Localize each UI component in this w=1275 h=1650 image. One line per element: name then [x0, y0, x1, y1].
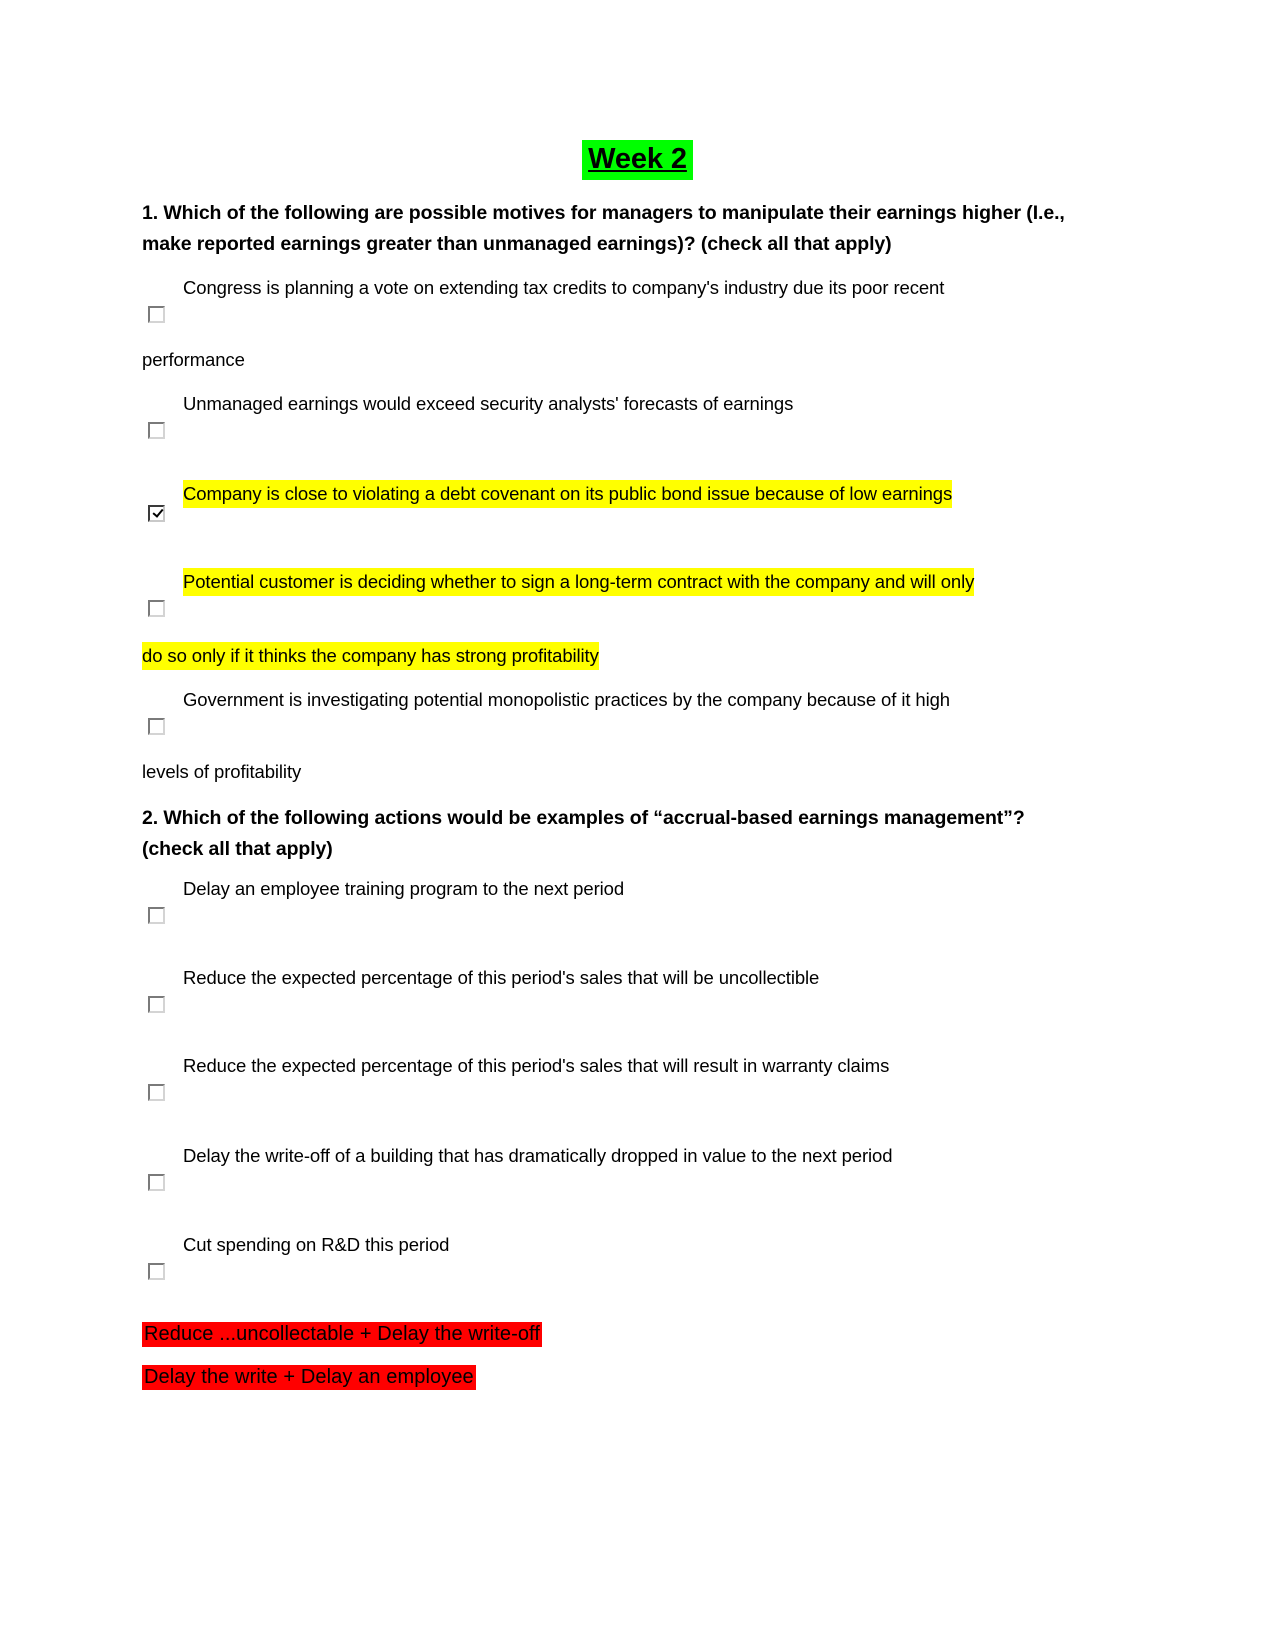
question-2-option-5-label: Cut spending on R&D this period	[183, 1234, 450, 1255]
checkbox-q2-option-5[interactable]	[148, 1263, 165, 1280]
question-1-option-5-label: Government is investigating potential mo…	[183, 689, 950, 710]
checkbox-q1-option-5[interactable]	[148, 718, 165, 735]
question-1-heading: 1. Which of the following are possible m…	[142, 198, 1072, 260]
answer-line-2: Delay the write + Delay an employee	[142, 1363, 476, 1392]
document-page: Week 2 1. Which of the following are pos…	[0, 0, 1275, 1650]
checkbox-q2-option-3[interactable]	[148, 1084, 165, 1101]
answer-line-1-text: Reduce ...uncollectable + Delay the writ…	[142, 1322, 543, 1347]
question-1-option-2-label: Unmanaged earnings would exceed security…	[183, 393, 794, 414]
checkbox-q1-option-3[interactable]	[148, 505, 165, 522]
question-2-option-1-label: Delay an employee training program to th…	[183, 878, 625, 899]
question-2-option-2-label: Reduce the expected percentage of this p…	[183, 967, 820, 988]
answer-line-1: Reduce ...uncollectable + Delay the writ…	[142, 1320, 543, 1349]
checkbox-q1-option-2[interactable]	[148, 422, 165, 439]
question-2-option-4-label: Delay the write-off of a building that h…	[183, 1145, 893, 1166]
question-1-option-5-label-line-2: levels of profitability	[142, 761, 302, 782]
answer-line-2-text: Delay the write + Delay an employee	[142, 1365, 476, 1390]
question-1-option-4-label: Potential customer is deciding whether t…	[183, 568, 974, 596]
checkbox-q2-option-4[interactable]	[148, 1174, 165, 1191]
question-1-heading-line-2: make reported earnings greater than unma…	[142, 233, 892, 255]
question-2-heading-line-1: 2. Which of the following actions would …	[142, 807, 1025, 829]
checkbox-q1-option-1[interactable]	[148, 306, 165, 323]
checkbox-q1-option-4[interactable]	[148, 600, 165, 617]
question-2-heading-line-2: (check all that apply)	[142, 838, 333, 860]
page-title-text: Week 2	[582, 140, 693, 180]
question-1-option-1-label: Congress is planning a vote on extending…	[183, 277, 945, 298]
question-1-option-4-label-line-2: do so only if it thinks the company has …	[142, 642, 599, 670]
question-1-option-1-label-line-2: performance	[142, 349, 245, 370]
question-2-heading: 2. Which of the following actions would …	[142, 803, 1072, 865]
question-1-heading-line-1: 1. Which of the following are possible m…	[142, 202, 1065, 224]
checkmark-icon	[152, 506, 163, 517]
question-2-option-3-label: Reduce the expected percentage of this p…	[183, 1055, 890, 1076]
checkbox-q2-option-1[interactable]	[148, 907, 165, 924]
page-title: Week 2	[0, 140, 1275, 180]
question-1-option-3-label: Company is close to violating a debt cov…	[183, 480, 952, 508]
checkbox-q2-option-2[interactable]	[148, 996, 165, 1013]
